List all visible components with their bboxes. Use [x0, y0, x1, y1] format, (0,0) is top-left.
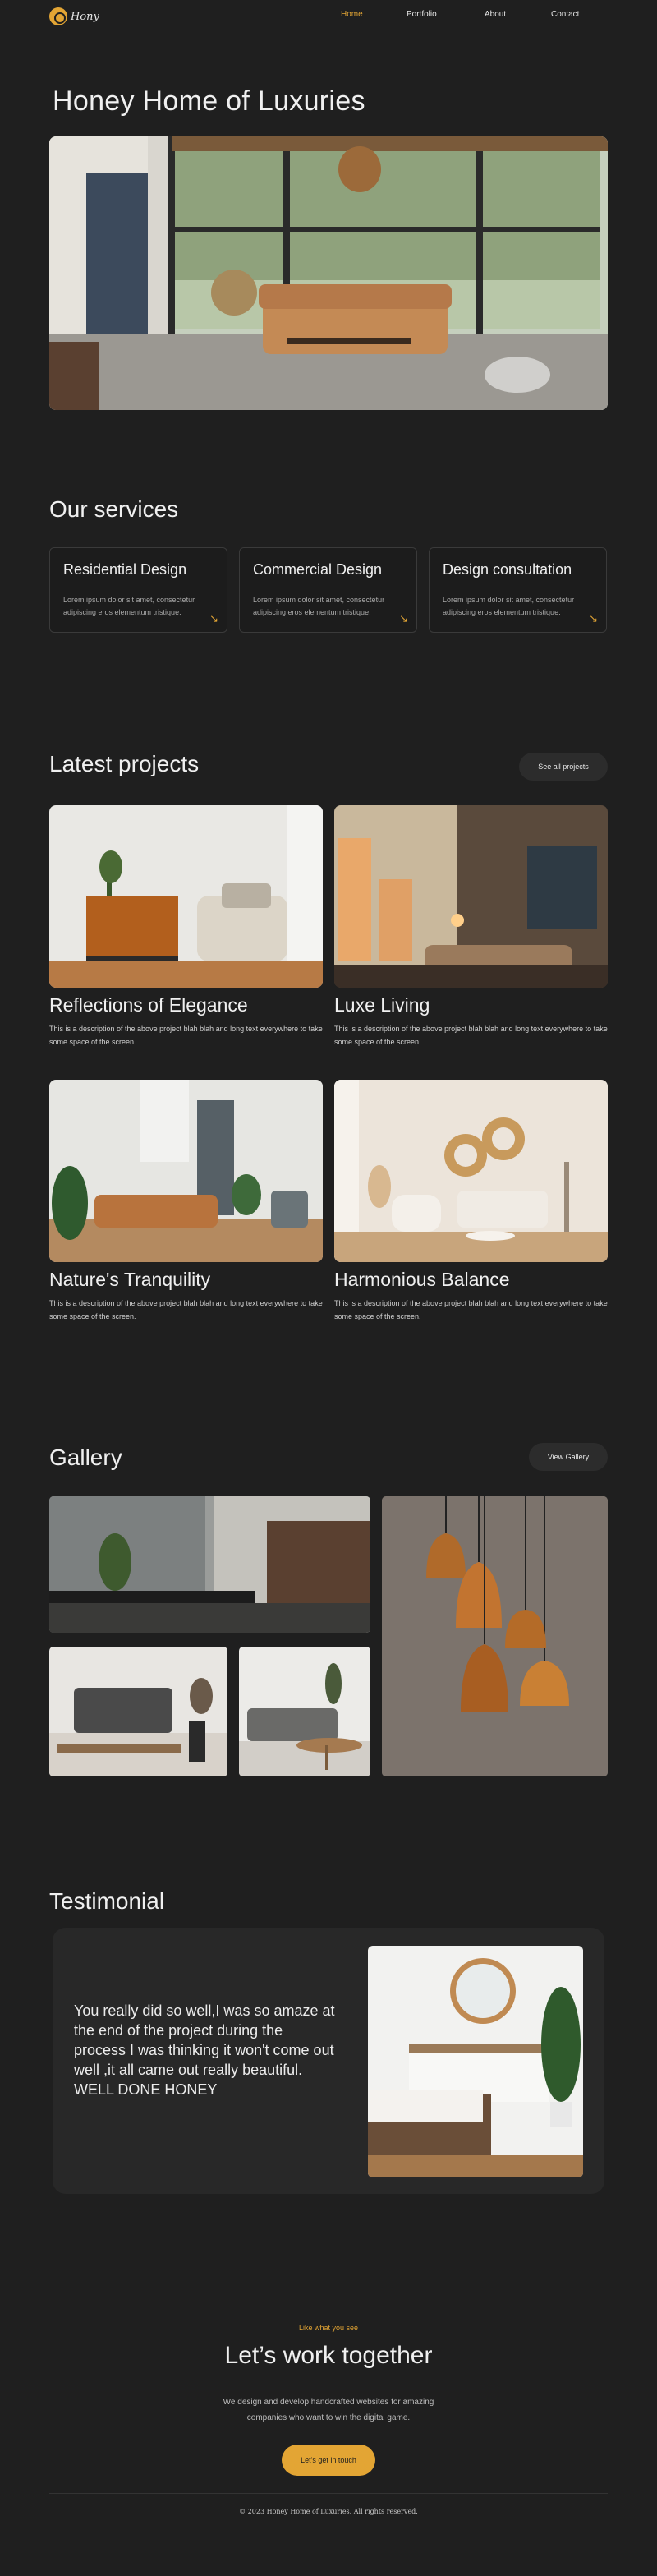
service-card-consultation[interactable]: Design consultation Lorem ipsum dolor si… [429, 547, 607, 633]
gallery-title: Gallery [49, 1445, 122, 1470]
services-title: Our services [49, 496, 179, 522]
arrow-down-right-icon[interactable]: ↘ [209, 612, 218, 625]
top-nav: Hony Home Portfolio About Contact [0, 0, 657, 31]
see-all-projects-button[interactable]: See all projects [519, 753, 608, 781]
service-title: Design consultation [443, 561, 572, 578]
gallery-image-3[interactable] [239, 1647, 370, 1776]
logo[interactable]: Hony [49, 7, 99, 25]
project-title[interactable]: Luxe Living [334, 994, 430, 1016]
project-desc: This is a description of the above proje… [334, 1025, 608, 1046]
project-title[interactable]: Harmonious Balance [334, 1269, 510, 1291]
service-title: Commercial Design [253, 561, 383, 578]
project-image-elegance[interactable] [49, 805, 323, 988]
cta-kicker: Like what you see [298, 2324, 359, 2332]
projects-title: Latest projects [49, 751, 200, 776]
quote-text: You really did so well,I was so amaze at… [74, 2002, 335, 2078]
gallery-image-1[interactable] [49, 1496, 370, 1633]
arrow-down-right-icon[interactable]: ↘ [589, 612, 598, 625]
project-desc: This is a description of the above proje… [49, 1025, 323, 1046]
view-gallery-button[interactable]: View Gallery [529, 1443, 608, 1471]
testimonial-title: Testimonial [49, 1888, 165, 1914]
gallery-image-2[interactable] [49, 1647, 227, 1776]
testimonial-quote: You really did so well,I was so amaze at… [74, 2002, 337, 2100]
footer-copyright: © 2023 Honey Home of Luxuries. All right… [239, 2508, 418, 2515]
cta-title: Let’s work together [224, 2342, 433, 2369]
logo-text: Hony [71, 10, 99, 23]
service-text: Lorem ipsum dolor sit amet, consectetur … [253, 596, 385, 617]
nav-link-home[interactable]: Home [341, 10, 363, 19]
project-title[interactable]: Nature's Tranquility [49, 1269, 210, 1291]
get-in-touch-button[interactable]: Let's get in touch [282, 2445, 375, 2476]
quote-signoff: WELL DONE HONEY [74, 2081, 218, 2098]
gallery-image-pendant-lamps[interactable] [382, 1496, 608, 1776]
project-desc: This is a description of the above proje… [49, 1299, 323, 1320]
project-title[interactable]: Reflections of Elegance [49, 994, 248, 1016]
arrow-down-right-icon[interactable]: ↘ [399, 612, 408, 625]
project-image-tranquility[interactable] [49, 1080, 323, 1262]
project-image-luxe[interactable] [334, 805, 608, 988]
cta-subtitle: We design and develop handcrafted websit… [223, 2398, 434, 2422]
service-text: Lorem ipsum dolor sit amet, consectetur … [63, 596, 195, 617]
nav-link-contact[interactable]: Contact [551, 10, 579, 19]
nav-link-portfolio[interactable]: Portfolio [407, 10, 437, 19]
service-card-commercial[interactable]: Commercial Design Lorem ipsum dolor sit … [239, 547, 417, 633]
project-desc: This is a description of the above proje… [334, 1299, 608, 1320]
footer-divider [49, 2493, 608, 2494]
service-card-residential[interactable]: Residential Design Lorem ipsum dolor sit… [49, 547, 227, 633]
logo-icon [49, 7, 67, 25]
hero-title: Honey Home of Luxuries [53, 85, 365, 117]
hero-image [49, 136, 608, 410]
service-text: Lorem ipsum dolor sit amet, consectetur … [443, 596, 575, 617]
project-image-harmonious[interactable] [334, 1080, 608, 1262]
nav-link-about[interactable]: About [485, 10, 506, 19]
service-title: Residential Design [63, 561, 187, 578]
testimonial-image [368, 1946, 583, 2177]
